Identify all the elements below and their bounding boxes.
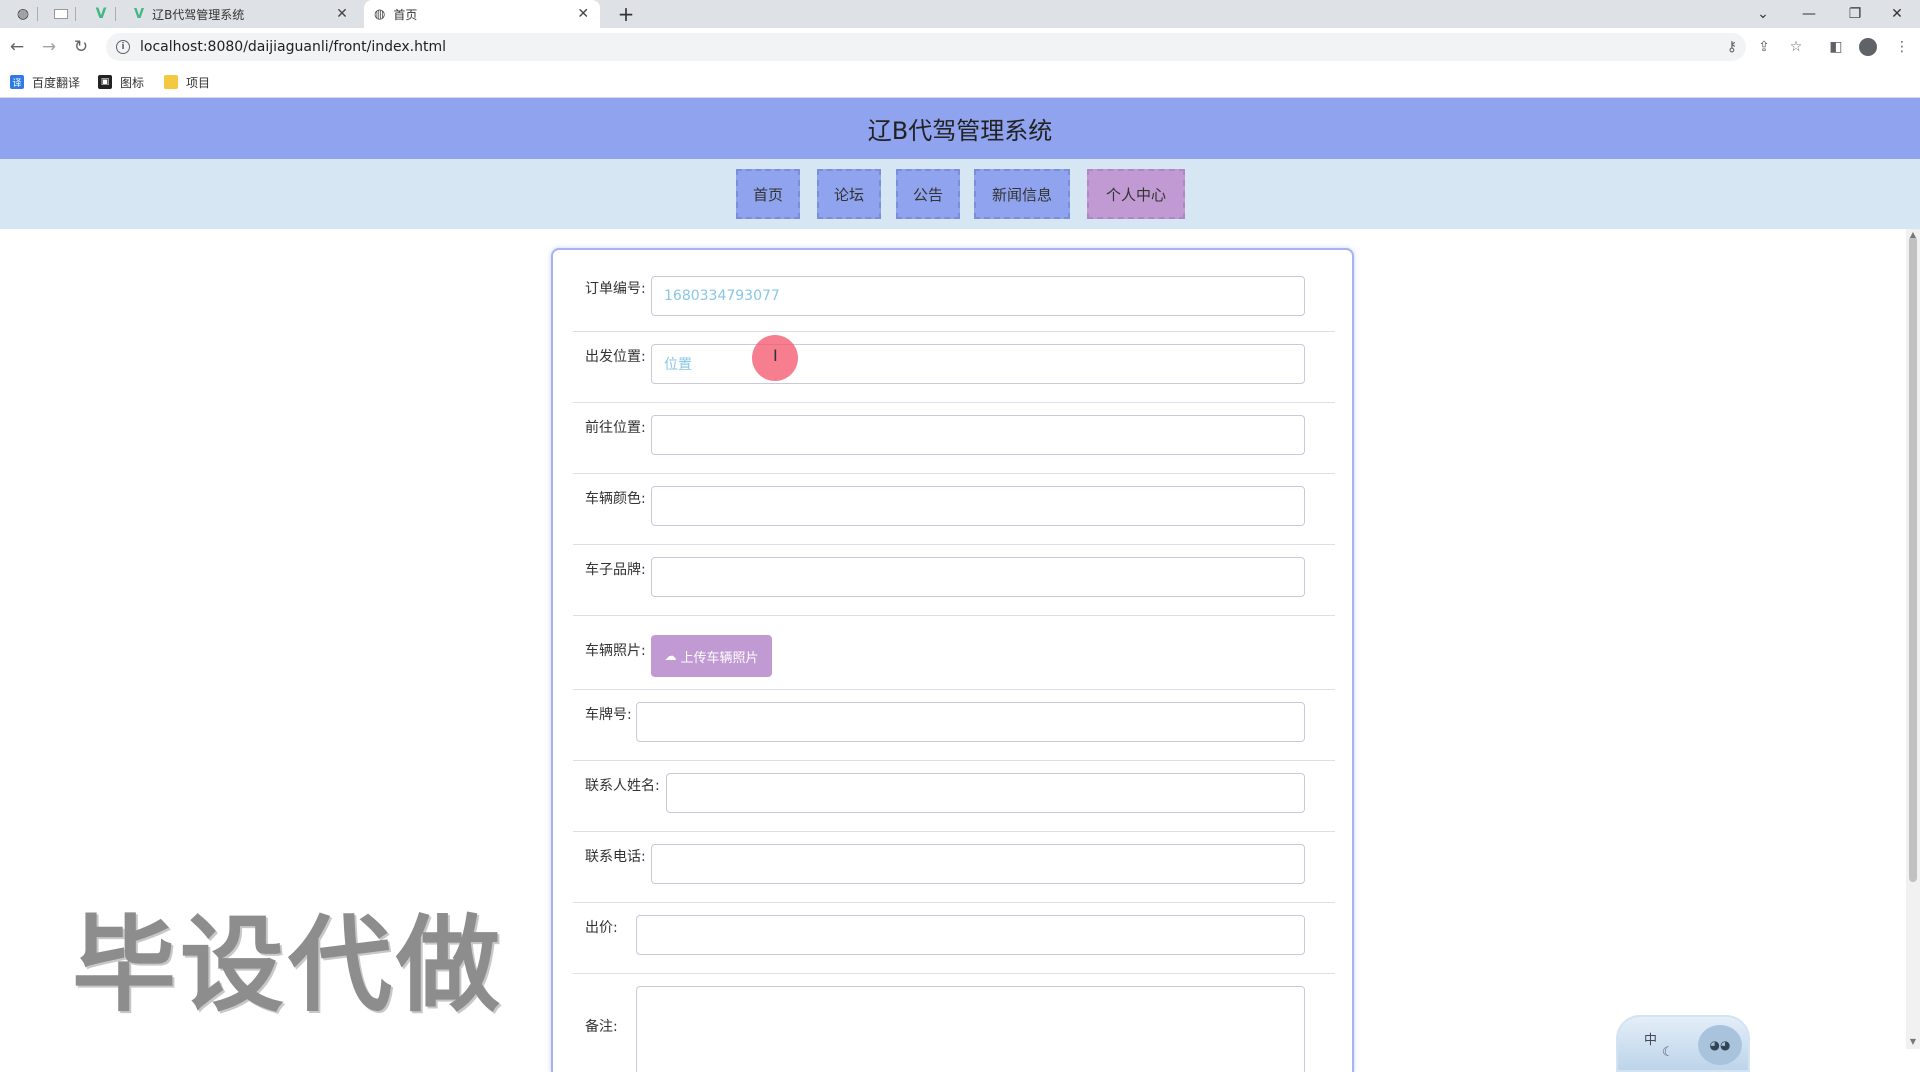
order-form: 订单编号: 1680334793077 出发位置: 位置 前往位置: 车辆颜色:… xyxy=(551,248,1354,1072)
blank-page-icon xyxy=(54,9,68,19)
back-arrow-icon[interactable]: ← xyxy=(6,36,28,58)
contact-phone-label: 联系电话: xyxy=(585,849,646,865)
nav-personal-center[interactable]: 个人中心 xyxy=(1087,169,1185,219)
bookmark-star-icon[interactable]: ☆ xyxy=(1786,37,1806,57)
image-icon: ▣ xyxy=(98,75,112,89)
tab-search-chevron-icon[interactable]: ⌄ xyxy=(1740,0,1786,28)
form-row-car-color: 车辆颜色: xyxy=(573,474,1335,545)
site-title: 辽B代驾管理系统 xyxy=(867,117,1053,145)
nav-home[interactable]: 首页 xyxy=(736,169,800,219)
form-row-contact-phone: 联系电话: xyxy=(573,832,1335,903)
reload-icon[interactable]: ↻ xyxy=(70,36,92,58)
address-toolbar: ← → ↻ i localhost:8080/daijiaguanli/fron… xyxy=(0,28,1920,66)
remark-label: 备注: xyxy=(585,1019,618,1035)
ime-mode-label: 中 xyxy=(1644,1033,1658,1048)
more-menu-icon[interactable]: ⋮ xyxy=(1892,37,1912,57)
bookmark-item[interactable]: 译 百度翻译 xyxy=(10,73,80,91)
contact-name-input[interactable] xyxy=(666,773,1305,813)
contact-name-label: 联系人姓名: xyxy=(585,778,660,794)
minimize-icon[interactable]: — xyxy=(1786,0,1832,28)
order-no-input[interactable]: 1680334793077 xyxy=(651,276,1305,316)
tab-title: 首页 xyxy=(393,7,418,22)
car-brand-input[interactable] xyxy=(651,557,1305,597)
ime-status-widget[interactable]: 中 ☾ ◕◕ xyxy=(1616,1015,1750,1072)
info-icon[interactable]: i xyxy=(116,40,130,54)
car-color-label: 车辆颜色: xyxy=(585,491,646,507)
folder-icon xyxy=(164,75,178,89)
close-icon[interactable]: ✕ xyxy=(336,6,348,22)
cloud-upload-icon: ☁ xyxy=(664,649,677,663)
profile-avatar-icon[interactable] xyxy=(1858,37,1878,57)
share-icon[interactable]: ⇪ xyxy=(1754,37,1774,57)
bookmark-label: 百度翻译 xyxy=(32,75,81,90)
car-color-input[interactable] xyxy=(651,486,1305,526)
bookmark-label: 图标 xyxy=(120,75,145,90)
contact-phone-input[interactable] xyxy=(651,844,1305,884)
price-label: 出价: xyxy=(585,920,618,936)
scrollbar-thumb[interactable] xyxy=(1909,236,1917,882)
remark-textarea[interactable] xyxy=(636,986,1305,1072)
form-row-car-brand: 车子品牌: xyxy=(573,545,1335,616)
order-no-label: 订单编号: xyxy=(585,281,646,297)
moon-icon: ☾ xyxy=(1662,1045,1674,1060)
nav-forum[interactable]: 论坛 xyxy=(817,169,881,219)
globe-icon: ◍ xyxy=(374,6,386,22)
price-input[interactable] xyxy=(636,915,1305,955)
bookmark-item[interactable]: 项目 xyxy=(164,73,210,91)
form-row-price: 出价: xyxy=(573,903,1335,974)
new-tab-button[interactable]: + xyxy=(614,0,638,28)
translate-icon: 译 xyxy=(10,75,24,89)
close-window-icon[interactable]: ✕ xyxy=(1874,0,1920,28)
form-row-remark: 备注: xyxy=(573,974,1335,1072)
site-header: 辽B代驾管理系统 xyxy=(0,98,1920,159)
nav-announcement[interactable]: 公告 xyxy=(896,169,960,219)
form-row-car-photo: 车辆照片: ☁ 上传车辆照片 xyxy=(573,616,1335,690)
forward-arrow-icon[interactable]: → xyxy=(38,36,60,58)
plate-input[interactable] xyxy=(636,702,1305,742)
tab-pinned-vue[interactable]: V xyxy=(86,0,116,28)
mascot-icon: ◕◕ xyxy=(1698,1025,1742,1065)
url-bar[interactable]: i localhost:8080/daijiaguanli/front/inde… xyxy=(106,33,1746,61)
form-row-start: 出发位置: 位置 xyxy=(573,332,1335,403)
tab-home[interactable]: ◍ 首页 ✕ xyxy=(364,0,600,28)
tab-pinned-globe[interactable]: ◍ xyxy=(8,0,38,28)
tab-pinned-blank[interactable] xyxy=(46,0,76,28)
side-panel-icon[interactable]: ◧ xyxy=(1826,37,1846,57)
tab-admin-system[interactable]: V 辽B代驾管理系统 ✕ xyxy=(124,0,360,28)
tab-title: 辽B代驾管理系统 xyxy=(152,7,245,22)
upload-button-label: 上传车辆照片 xyxy=(680,650,759,666)
car-brand-label: 车子品牌: xyxy=(585,562,646,578)
vue-logo-icon: V xyxy=(95,6,107,22)
form-row-destination: 前往位置: xyxy=(573,403,1335,474)
bookmark-label: 项目 xyxy=(186,75,211,90)
scroll-down-arrow-icon[interactable]: ▼ xyxy=(1906,1036,1920,1046)
text-cursor-icon: I xyxy=(773,346,778,365)
start-location-label: 出发位置: xyxy=(585,349,646,365)
plate-label: 车牌号: xyxy=(585,707,632,723)
form-row-order-no: 订单编号: 1680334793077 xyxy=(573,274,1335,332)
destination-label: 前往位置: xyxy=(585,420,646,436)
start-location-input[interactable]: 位置 xyxy=(651,344,1305,384)
restore-icon[interactable]: ❐ xyxy=(1832,0,1878,28)
watermark-text: 毕设代做 xyxy=(72,904,505,1026)
bookmarks-bar: 译 百度翻译 ▣ 图标 项目 xyxy=(0,66,1920,98)
key-icon[interactable]: ⚷ xyxy=(1722,37,1742,57)
site-nav: 首页 论坛 公告 新闻信息 个人中心 xyxy=(0,159,1920,229)
close-icon[interactable]: ✕ xyxy=(577,6,589,22)
form-row-contact-name: 联系人姓名: xyxy=(573,761,1335,832)
destination-input[interactable] xyxy=(651,415,1305,455)
nav-news[interactable]: 新闻信息 xyxy=(974,169,1070,219)
url-text[interactable]: localhost:8080/daijiaguanli/front/index.… xyxy=(140,39,446,55)
bookmark-item[interactable]: ▣ 图标 xyxy=(98,73,144,91)
car-photo-label: 车辆照片: xyxy=(585,643,646,659)
globe-icon: ◍ xyxy=(16,6,30,22)
browser-tab-bar: ◍ V V 辽B代驾管理系统 ✕ ◍ 首页 ✕ + ⌄ — ❐ ✕ xyxy=(0,0,1920,28)
scroll-up-arrow-icon[interactable]: ▲ xyxy=(1906,229,1920,239)
upload-car-photo-button[interactable]: ☁ 上传车辆照片 xyxy=(651,635,772,677)
form-row-plate: 车牌号: xyxy=(573,690,1335,761)
vue-logo-icon: V xyxy=(134,6,145,22)
